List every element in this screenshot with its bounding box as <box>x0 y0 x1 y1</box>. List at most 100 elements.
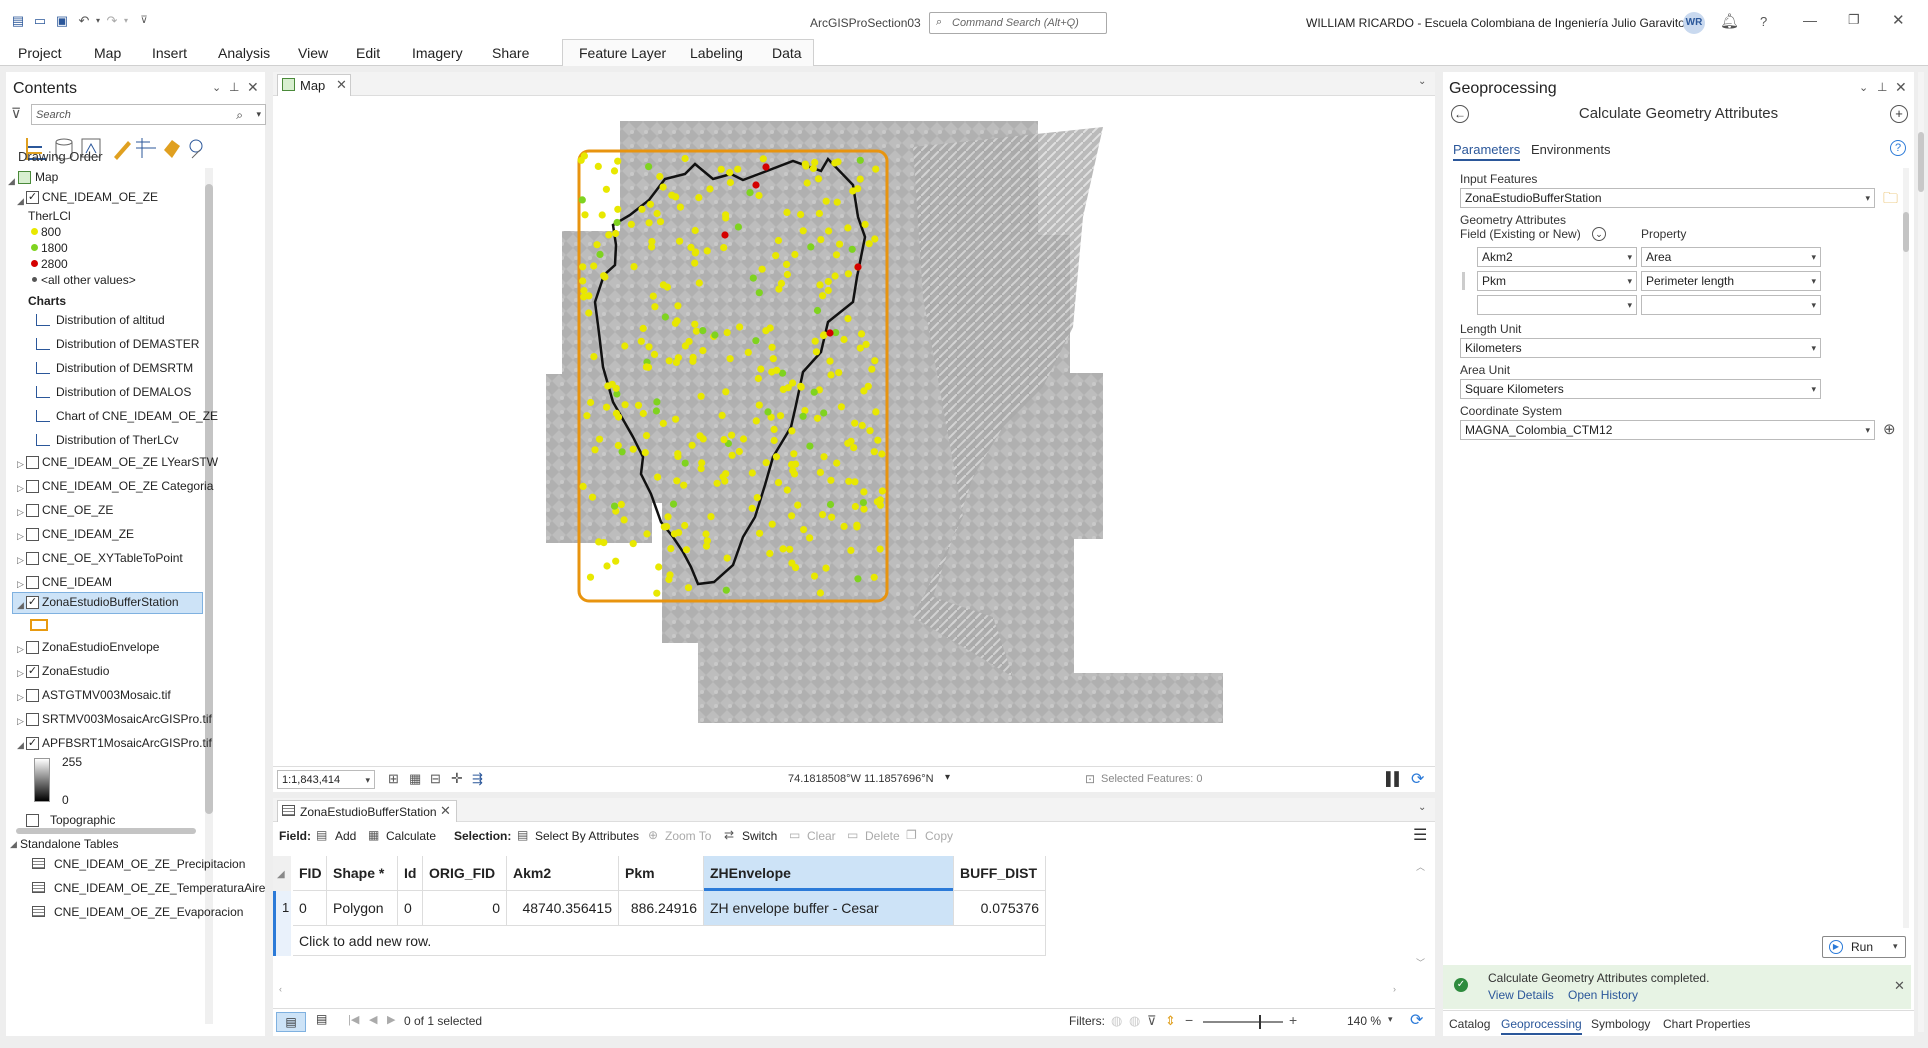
layer-item[interactable]: ZonaEstudio <box>42 661 109 681</box>
standalone-table[interactable]: CNE_IDEAM_OE_ZE_Precipitacion <box>54 854 245 874</box>
crosshair-icon[interactable]: ✛ <box>451 770 463 787</box>
pin-icon[interactable]: ⊥ <box>1877 80 1887 94</box>
calculate-field-button[interactable]: Calculate <box>386 829 436 843</box>
expand-icon[interactable]: ▷ <box>17 668 24 679</box>
layer-checkbox[interactable] <box>26 528 39 541</box>
map-canvas[interactable] <box>273 97 1435 757</box>
property-select[interactable]: Perimeter length ▾ <box>1641 271 1821 291</box>
list-by-labeling-icon[interactable] <box>164 140 180 158</box>
copy-button[interactable]: Copy <box>925 829 953 843</box>
open-project-icon[interactable]: ▭ <box>32 14 48 28</box>
help-icon[interactable]: ? <box>1890 140 1906 156</box>
tab-chart-properties[interactable]: Chart Properties <box>1663 1017 1750 1031</box>
layer-checkbox[interactable] <box>26 456 39 469</box>
tab-project[interactable]: Project <box>18 45 62 61</box>
select-by-attributes-button[interactable]: Select By Attributes <box>535 829 639 843</box>
layer-checkbox[interactable] <box>26 713 39 726</box>
switch-selection-button[interactable]: Switch <box>742 829 777 843</box>
pin-icon[interactable]: ⊥ <box>229 80 239 94</box>
chevron-down-icon[interactable]: ▾ <box>1627 272 1632 290</box>
tab-imagery[interactable]: Imagery <box>412 45 463 61</box>
coordinate-format-dropdown[interactable]: ▾ <box>945 772 950 783</box>
layer-checkbox[interactable] <box>26 689 39 702</box>
list-by-snapping-icon[interactable] <box>136 138 156 158</box>
chevron-down-icon[interactable]: ▾ <box>1811 339 1816 357</box>
layer-checkbox[interactable]: ✓ <box>26 596 39 609</box>
zoom-level[interactable]: 140 % <box>1347 1014 1381 1028</box>
chart-item[interactable]: Distribution of DEMASTER <box>56 334 199 354</box>
close-tab-icon[interactable]: ✕ <box>336 77 347 93</box>
browse-folder-icon[interactable]: 🗀︎ <box>1883 188 1898 213</box>
chart-item[interactable]: Distribution of DEMSRTM <box>56 358 193 378</box>
table-cell-buff-dist[interactable]: 0.075376 <box>953 891 1046 926</box>
tab-symbology[interactable]: Symbology <box>1591 1017 1650 1031</box>
expand-icon[interactable]: ▷ <box>17 507 24 518</box>
save-icon[interactable]: ▣ <box>54 14 70 28</box>
grid-icon[interactable]: ▦ <box>409 771 421 787</box>
field-select[interactable]: Akm2 ▾ <box>1477 247 1637 267</box>
column-header-zhenvelope[interactable]: ZHEnvelope <box>704 856 953 891</box>
help-icon[interactable]: ? <box>1760 14 1767 29</box>
zoom-in-icon[interactable]: + <box>1289 1012 1297 1028</box>
coordinate-system-select[interactable]: MAGNA_Colombia_CTM12 ▾ <box>1460 420 1875 440</box>
chevron-down-icon[interactable]: ⌄ <box>1418 76 1426 87</box>
layer-checkbox[interactable]: ✓ <box>26 737 39 750</box>
restore-icon[interactable]: ❐ <box>1848 12 1860 28</box>
column-header-fid[interactable]: FID <box>293 856 327 891</box>
basemap-topographic[interactable]: Topographic <box>50 810 115 830</box>
customize-qat-icon[interactable]: ⊽ <box>136 14 152 28</box>
filter-range-icon[interactable]: ⇕ <box>1165 1013 1176 1029</box>
pane-options-icon[interactable]: ⌄ <box>1859 81 1868 94</box>
column-header-orig-fid[interactable]: ORIG_FID <box>423 856 507 891</box>
refresh-icon[interactable]: ⟳ <box>1410 1010 1423 1030</box>
tab-map[interactable]: Map <box>94 45 121 61</box>
layer-checkbox[interactable] <box>26 504 39 517</box>
layer-checkbox[interactable] <box>26 576 39 589</box>
layer-item[interactable]: SRTMV003MosaicArcGISPro.tif <box>42 709 212 729</box>
chevron-down-icon[interactable]: ▾ <box>1865 421 1870 439</box>
scroll-down-icon[interactable]: ﹀ <box>1416 956 1425 969</box>
tab-geoprocessing[interactable]: Geoprocessing <box>1501 1017 1582 1035</box>
correction-icon[interactable]: ⇶ <box>472 771 483 787</box>
chevron-down-icon[interactable]: ⌄ <box>1418 802 1426 813</box>
table-cell-akm2[interactable]: 48740.356415 <box>507 891 619 926</box>
table-menu-icon[interactable]: ☰ <box>1413 825 1427 845</box>
view-details-link[interactable]: View Details <box>1488 988 1554 1002</box>
snapping-icon[interactable]: ⊞ <box>388 771 399 787</box>
table-cell-id[interactable]: 0 <box>398 891 423 926</box>
tab-view[interactable]: View <box>298 45 328 61</box>
column-header-pkm[interactable]: Pkm <box>619 856 704 891</box>
tab-analysis[interactable]: Analysis <box>218 45 270 61</box>
pause-drawing-icon[interactable]: ▌▌ <box>1386 771 1403 786</box>
close-icon[interactable]: ✕ <box>1892 11 1905 29</box>
constraints-icon[interactable]: ⊟ <box>430 771 441 787</box>
notifications-icon[interactable]: 🔔︎ <box>1720 12 1739 30</box>
add-new-row[interactable]: Click to add new row. <box>293 926 1046 956</box>
layer-checkbox[interactable] <box>26 552 39 565</box>
standalone-tables-heading[interactable]: Standalone Tables <box>20 834 119 854</box>
tab-parameters[interactable]: Parameters <box>1453 142 1521 161</box>
field-select[interactable]: ▾ <box>1477 295 1637 315</box>
chevron-down-icon[interactable]: ▾ <box>1865 189 1870 207</box>
filter-definition-icon[interactable]: ⊽ <box>1147 1013 1157 1029</box>
layer-item[interactable]: CNE_IDEAM <box>42 572 112 592</box>
layer-checkbox[interactable]: ✓ <box>26 191 39 204</box>
close-tab-icon[interactable]: ✕ <box>440 803 451 819</box>
show-all-records-icon[interactable]: ▤ <box>276 1012 306 1032</box>
tab-data[interactable]: Data <box>772 45 802 61</box>
app-scrollbar[interactable] <box>1918 72 1924 1032</box>
column-header-shape[interactable]: Shape * <box>327 856 398 891</box>
property-select[interactable]: Area ▾ <box>1641 247 1821 267</box>
layer-item[interactable]: APFBSRT1MosaicArcGISPro.tif <box>42 733 212 753</box>
close-pane-icon[interactable]: ✕ <box>1895 79 1907 96</box>
expand-icon[interactable]: ▷ <box>17 459 24 470</box>
chevron-down-icon[interactable]: ▾ <box>1627 248 1632 266</box>
list-by-perspective-icon[interactable] <box>189 139 203 159</box>
collapse-icon[interactable]: ◢ <box>10 839 17 850</box>
layer-item[interactable]: ASTGTMV003Mosaic.tif <box>42 685 171 705</box>
delete-button[interactable]: Delete <box>865 829 900 843</box>
layer-item[interactable]: CNE_IDEAM_OE_ZE LYearSTW <box>42 452 218 472</box>
user-name[interactable]: WILLIAM RICARDO - Escuela Colombiana de … <box>1306 16 1685 30</box>
run-button[interactable]: ▶ Run ▾ <box>1822 936 1906 958</box>
refresh-icon[interactable]: ⟳ <box>1411 769 1424 789</box>
